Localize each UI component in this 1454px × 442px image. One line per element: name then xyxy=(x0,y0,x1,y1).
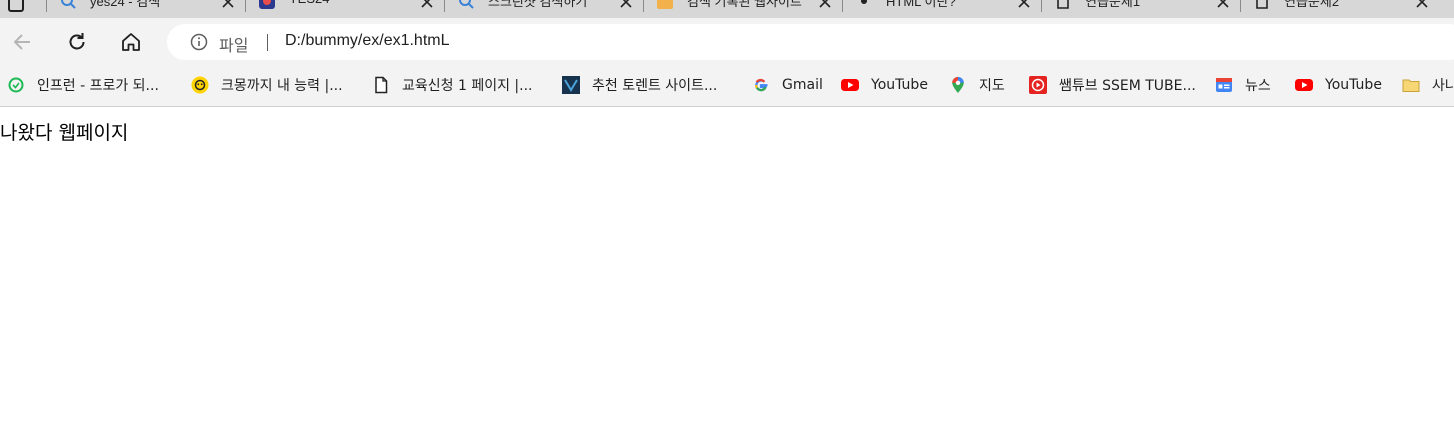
inflearn-icon xyxy=(8,77,24,93)
bookmark-kmong[interactable]: 크몽까지 내 능력 |... xyxy=(191,74,343,96)
url-text[interactable]: D:/bummy/ex/ex1.htmL xyxy=(285,32,450,50)
bookmark-label: 추천 토렌트 사이트... xyxy=(592,78,718,94)
close-icon[interactable] xyxy=(619,0,633,9)
tab-5[interactable]: HTML 이란? xyxy=(842,0,1041,18)
tab-title: yes24 - 검색 xyxy=(90,0,161,9)
close-icon[interactable] xyxy=(1415,0,1429,9)
site-favicon-icon xyxy=(657,0,673,9)
bookmark-youtube[interactable]: YouTube xyxy=(841,74,928,96)
info-icon[interactable] xyxy=(190,33,208,51)
scheme-label: 파일 xyxy=(219,36,249,55)
address-bar[interactable]: 파일 D:/bummy/ex/ex1.htmL xyxy=(167,24,1454,60)
bookmark-label: Gmail xyxy=(782,77,823,93)
page-text: 나왔다 웹페이지 xyxy=(0,122,129,144)
bookmark-inflearn[interactable]: 인프런 - 프로가 되... xyxy=(7,74,159,96)
bookmark-news[interactable]: 뉴스 xyxy=(1215,74,1271,96)
bookmark-education[interactable]: 교육신청 1 페이지 |... xyxy=(372,74,533,96)
youtube-music-icon xyxy=(1029,76,1047,94)
folder-icon xyxy=(1402,79,1420,92)
reload-button[interactable] xyxy=(63,28,91,56)
bookmark-gmail[interactable]: Gmail xyxy=(752,74,823,96)
bookmarks-bar: 인프런 - 프로가 되... 크몽까지 내 능력 |... 교육신청 1 페이지… xyxy=(0,66,1454,107)
bookmark-label: 교육신청 1 페이지 |... xyxy=(402,78,533,94)
tab-separator xyxy=(245,0,246,12)
tab-title: 검색 기록된 웹사이트 xyxy=(687,0,802,9)
close-icon[interactable] xyxy=(1216,0,1230,9)
tab-2[interactable]: YES24 xyxy=(245,0,444,18)
site-favicon-icon xyxy=(861,0,867,4)
close-icon[interactable] xyxy=(420,0,434,9)
bookmark-maps[interactable]: 지도 xyxy=(949,74,1005,96)
search-icon xyxy=(459,0,474,9)
tab-4[interactable]: 검색 기록된 웹사이트 xyxy=(643,0,842,18)
tab-1[interactable]: yes24 - 검색 xyxy=(46,0,245,18)
page-icon xyxy=(1256,0,1268,9)
tab-separator xyxy=(1240,0,1241,12)
torrent-site-icon xyxy=(562,76,580,94)
youtube-icon xyxy=(841,79,859,91)
page-icon xyxy=(1057,0,1069,9)
tab-separator xyxy=(1041,0,1042,12)
divider xyxy=(267,34,268,51)
tab-title: 연습문제2 xyxy=(1284,0,1340,9)
tab-7[interactable]: 연습문제2 xyxy=(1240,0,1439,18)
tab-separator xyxy=(46,0,47,12)
tab-3[interactable]: 스크린샷 검색하기 xyxy=(444,0,643,18)
tab-6[interactable]: 연습문제1 xyxy=(1041,0,1240,18)
bookmark-label: YouTube xyxy=(1325,77,1382,93)
tab-title: YES24 xyxy=(289,0,409,11)
tab-title: HTML 이란? xyxy=(886,0,956,9)
yes24-icon xyxy=(259,0,275,9)
bookmark-label: 지도 xyxy=(979,78,1005,94)
bookmark-label: 쌤튜브 SSEM TUBE... xyxy=(1059,78,1196,94)
browser-window: yes24 - 검색 YES24 스크린샷 검색 xyxy=(0,0,1454,442)
tab-separator xyxy=(444,0,445,12)
navigation-toolbar: 파일 D:/bummy/ex/ex1.htmL xyxy=(0,18,1454,66)
close-icon[interactable] xyxy=(1017,0,1031,9)
back-arrow-icon xyxy=(13,34,30,50)
tab-separator xyxy=(842,0,843,12)
reload-icon xyxy=(69,33,85,50)
close-icon[interactable] xyxy=(818,0,832,9)
google-icon xyxy=(755,78,768,92)
bookmark-torrent[interactable]: 추천 토렌트 사이트... xyxy=(562,74,717,96)
search-icon xyxy=(61,0,76,9)
tab-title: 연습문제1 xyxy=(1085,0,1141,9)
close-icon[interactable] xyxy=(221,0,235,9)
page-icon xyxy=(375,76,388,94)
tab-title: 스크린샷 검색하기 xyxy=(488,0,588,9)
bookmark-ssemtube[interactable]: 쌤튜브 SSEM TUBE... xyxy=(1029,74,1196,96)
kmong-icon xyxy=(191,76,209,94)
tab-separator xyxy=(643,0,644,12)
bookmark-label: YouTube xyxy=(871,77,928,93)
google-news-icon xyxy=(1216,78,1232,92)
bookmark-label: 뉴스 xyxy=(1245,78,1271,94)
bookmark-label: 사나 xyxy=(1432,78,1454,94)
tab-strip: yes24 - 검색 YES24 스크린샷 검색 xyxy=(0,0,1454,18)
bookmark-label: 크몽까지 내 능력 |... xyxy=(221,78,343,94)
page-content: 나왔다 웹페이지 xyxy=(0,107,1454,442)
home-button[interactable] xyxy=(117,28,145,56)
bookmark-youtube-2[interactable]: YouTube xyxy=(1295,74,1382,96)
bookmark-label: 인프런 - 프로가 되... xyxy=(37,78,159,94)
tab-actions-icon[interactable] xyxy=(8,0,24,12)
bookmark-folder[interactable]: 사나 xyxy=(1402,74,1454,96)
home-icon xyxy=(122,33,140,51)
youtube-icon xyxy=(1295,79,1313,91)
back-button[interactable] xyxy=(8,28,36,56)
maps-icon xyxy=(952,77,964,93)
